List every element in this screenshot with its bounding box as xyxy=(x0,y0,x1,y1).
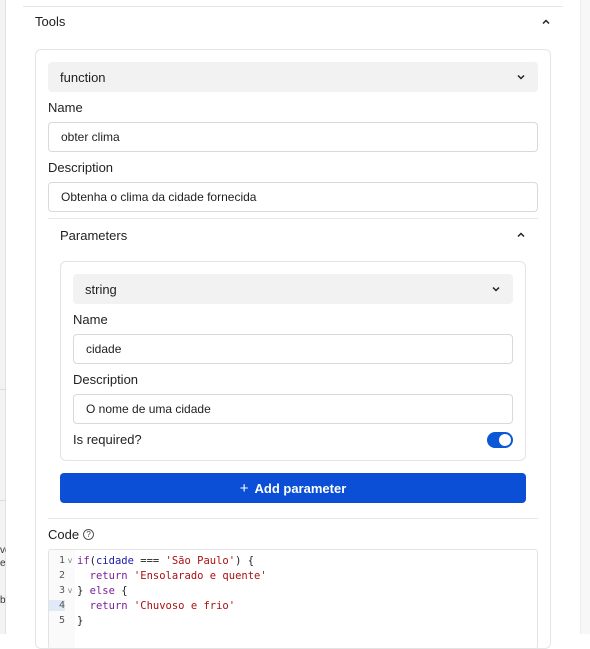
parameter-card: string Name cidade Description O nome de… xyxy=(60,261,526,461)
chevron-up-icon[interactable] xyxy=(541,17,551,27)
code-line-active: 4 return 'Chuvoso e frio' xyxy=(49,598,537,613)
code-text: if(cidade === 'São Paulo') { xyxy=(77,554,255,567)
tools-title: Tools xyxy=(35,14,66,29)
tool-card: function Name obter clima Description Ob… xyxy=(35,49,551,649)
line-number: 2 xyxy=(58,570,65,581)
code-line: 5 } xyxy=(49,613,537,628)
line-number: 4 xyxy=(49,600,65,611)
tool-name-input[interactable]: obter clima xyxy=(48,122,538,152)
code-text: } else { xyxy=(77,584,128,597)
code-line: 3 v } else { xyxy=(49,583,537,598)
parameter-type-value: string xyxy=(85,281,117,297)
add-parameter-button[interactable]: + Add parameter xyxy=(60,473,526,503)
tool-name-value: obter clima xyxy=(61,130,120,144)
tools-panel: Tools function Name obter clima Descript… xyxy=(6,0,580,649)
required-toggle[interactable] xyxy=(487,432,513,448)
parameter-required-label: Is required? xyxy=(73,432,142,447)
chevron-down-icon xyxy=(516,72,526,82)
parameter-name-label: Name xyxy=(73,312,108,327)
code-label-row: Code ? xyxy=(48,527,95,542)
line-number: 5 xyxy=(58,615,65,626)
help-icon[interactable]: ? xyxy=(83,529,95,540)
parameter-name-input[interactable]: cidade xyxy=(73,334,513,364)
parameters-section-header[interactable]: Parameters xyxy=(60,226,526,244)
parameter-description-value: O nome de uma cidade xyxy=(86,402,211,416)
divider xyxy=(48,518,538,519)
divider xyxy=(48,218,538,219)
line-number: 3 xyxy=(58,585,65,596)
code-line: 2 return 'Ensolarado e quente' xyxy=(49,568,537,583)
backdrop-text-fragment: e xyxy=(0,558,6,569)
code-text: } xyxy=(77,614,84,627)
fold-chevron-icon[interactable]: v xyxy=(65,586,75,595)
code-label: Code xyxy=(48,527,80,542)
tool-type-value: function xyxy=(60,69,106,85)
code-line: 1 v if(cidade === 'São Paulo') { xyxy=(49,553,537,568)
code-text: return 'Chuvoso e frio' xyxy=(89,599,236,612)
tool-description-input[interactable]: Obtenha o clima da cidade fornecida xyxy=(48,182,538,212)
code-text: return 'Ensolarado e quente' xyxy=(89,569,267,582)
parameter-description-input[interactable]: O nome de uma cidade xyxy=(73,394,513,424)
tool-name-label: Name xyxy=(48,100,83,115)
parameter-name-value: cidade xyxy=(86,342,122,356)
plus-icon: + xyxy=(239,479,249,497)
chevron-down-icon xyxy=(491,284,501,294)
chevron-up-icon[interactable] xyxy=(516,230,526,240)
line-number: 1 xyxy=(58,555,65,566)
code-editor[interactable]: 1 v if(cidade === 'São Paulo') { 2 retur… xyxy=(48,549,538,649)
scroll-area-edge xyxy=(580,0,590,634)
fold-chevron-icon[interactable]: v xyxy=(65,556,75,565)
tool-description-value: Obtenha o clima da cidade fornecida xyxy=(61,190,257,204)
parameter-type-select[interactable]: string xyxy=(73,274,513,304)
toggle-knob xyxy=(499,434,511,446)
tool-description-label: Description xyxy=(48,160,114,175)
tools-section-header[interactable]: Tools xyxy=(23,6,563,36)
tool-type-select[interactable]: function xyxy=(48,62,538,92)
parameter-description-label: Description xyxy=(73,372,139,387)
add-parameter-label: Add parameter xyxy=(254,480,347,496)
backdrop-text-fragment: b xyxy=(0,595,6,606)
parameters-title: Parameters xyxy=(60,227,128,243)
